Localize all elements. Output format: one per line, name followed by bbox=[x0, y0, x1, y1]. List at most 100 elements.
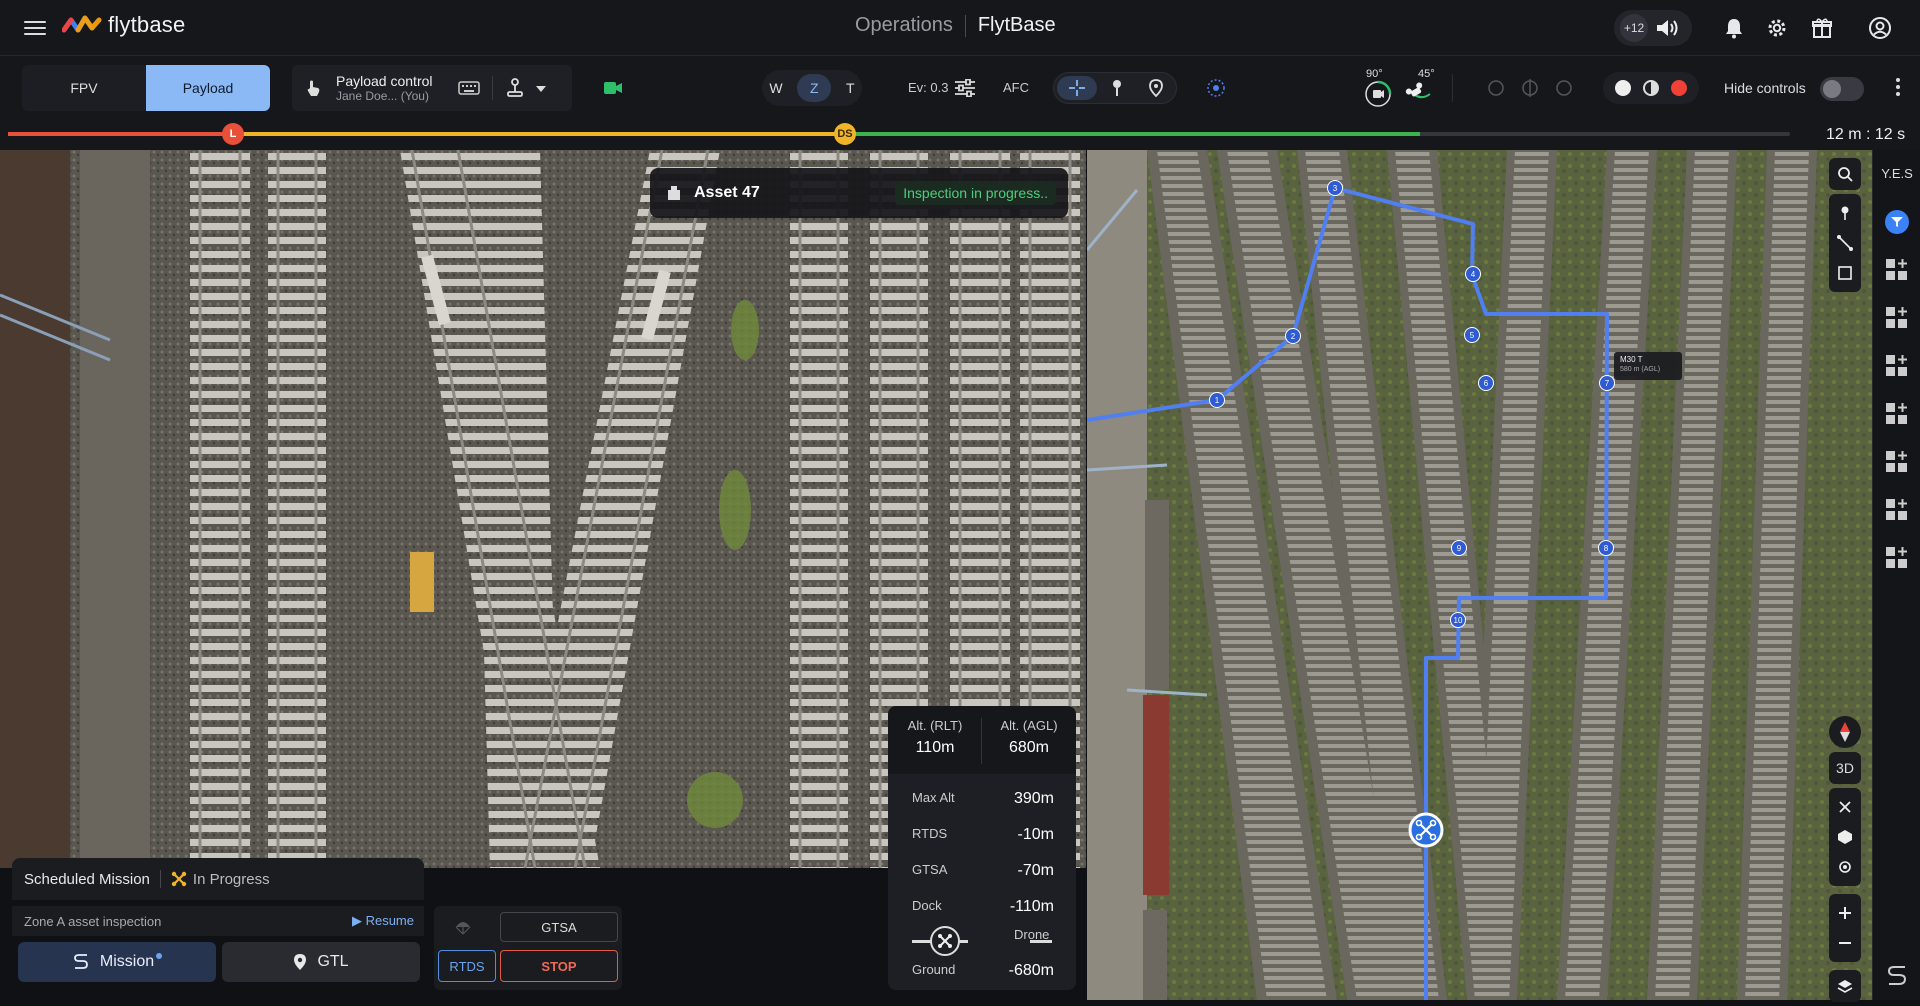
gtl-button[interactable]: GTL bbox=[222, 942, 420, 982]
payload-control-title: Payload control bbox=[336, 73, 433, 89]
widget-add-icon[interactable] bbox=[1885, 402, 1909, 426]
altitude-ground-value: -680m bbox=[1008, 962, 1054, 979]
widget-add-icon[interactable] bbox=[1885, 498, 1909, 522]
timeline-segment-yellow bbox=[233, 132, 845, 136]
locate-tool[interactable] bbox=[1829, 852, 1861, 882]
zoom-mode-z[interactable]: Z bbox=[797, 74, 832, 102]
speaker-icon[interactable] bbox=[1654, 16, 1680, 40]
top-bar: flytbase Operations FlytBase +12 bbox=[0, 0, 1920, 56]
tab-fpv[interactable]: FPV bbox=[22, 65, 146, 111]
map-pin-tool[interactable] bbox=[1829, 198, 1861, 228]
waypoint-2[interactable]: 2 bbox=[1285, 328, 1301, 344]
waypoint-7[interactable]: 7 bbox=[1599, 375, 1615, 391]
zoom-mode-selector: W Z T bbox=[762, 70, 862, 106]
view-3d-button[interactable]: 3D bbox=[1829, 752, 1861, 784]
sidebar-label[interactable]: Y.E.S bbox=[1873, 166, 1920, 181]
widget-add-icon[interactable] bbox=[1885, 354, 1909, 378]
user-avatar-icon[interactable] bbox=[1868, 16, 1892, 40]
video-camera-icon[interactable] bbox=[604, 81, 622, 95]
chevron-down-icon[interactable] bbox=[536, 86, 546, 92]
route-icon[interactable] bbox=[1885, 964, 1909, 988]
timeline-marker-ds[interactable]: DS bbox=[834, 123, 856, 145]
waypoint-10[interactable]: 10 bbox=[1450, 612, 1466, 628]
pin-icon[interactable] bbox=[1111, 79, 1123, 97]
waypoint-5[interactable]: 5 bbox=[1464, 327, 1480, 343]
mission-name: Zone A asset inspection bbox=[24, 913, 162, 929]
altitude-rlt: Alt. (RLT) 110m bbox=[888, 718, 982, 757]
menu-icon[interactable] bbox=[24, 17, 46, 37]
filter-button[interactable] bbox=[1885, 210, 1909, 234]
altitude-scale: Max Alt 390m RTDS -10m GTSA -70m Dock -1… bbox=[888, 774, 1076, 990]
altitude-row-value: -110m bbox=[1009, 898, 1054, 915]
breadcrumb-org: FlytBase bbox=[977, 14, 1056, 36]
dock-focus-tool[interactable] bbox=[1829, 822, 1861, 852]
audio-pill[interactable]: +12 bbox=[1614, 10, 1692, 46]
record-button[interactable] bbox=[1671, 80, 1687, 96]
gift-icon[interactable] bbox=[1810, 16, 1834, 40]
mission-header-divider bbox=[159, 870, 161, 888]
more-options-icon[interactable] bbox=[1896, 78, 1900, 99]
drone-tag[interactable]: M30 T 580 m (AGL) bbox=[1614, 352, 1682, 380]
joystick-icon[interactable] bbox=[504, 77, 526, 99]
altitude-panel: Alt. (RLT) 110m Alt. (AGL) 680m Max Alt … bbox=[888, 706, 1076, 990]
app-logo[interactable]: flytbase bbox=[62, 12, 185, 38]
compass-icon bbox=[1840, 722, 1850, 742]
map-search-button[interactable] bbox=[1829, 158, 1861, 190]
keyboard-icon[interactable] bbox=[458, 80, 480, 96]
bell-icon[interactable] bbox=[1722, 16, 1746, 40]
timer-icon[interactable] bbox=[1642, 79, 1660, 97]
widget-add-icon[interactable] bbox=[1885, 258, 1909, 282]
altitude-row-max: Max Alt 390m bbox=[912, 790, 1054, 808]
sliders-icon[interactable] bbox=[955, 79, 975, 97]
ai-detect-icon[interactable] bbox=[1206, 78, 1226, 98]
hide-controls-toggle[interactable] bbox=[1820, 77, 1864, 101]
map-layers-button[interactable] bbox=[1829, 970, 1861, 1002]
altitude-rlt-label: Alt. (RLT) bbox=[907, 718, 963, 733]
tab-payload[interactable]: Payload bbox=[146, 65, 270, 111]
waypoint-6[interactable]: 6 bbox=[1478, 375, 1494, 391]
mission-time: 12 m : 12 s bbox=[1826, 126, 1906, 143]
toolbar-divider bbox=[1452, 74, 1453, 102]
zoom-mode-t[interactable]: T bbox=[846, 80, 855, 96]
waypoint-1[interactable]: 1 bbox=[1209, 392, 1225, 408]
asset-chip[interactable]: Asset 47 Inspection in progress.. bbox=[650, 168, 1068, 218]
snapshot-button[interactable] bbox=[1615, 80, 1631, 96]
mission-status: In Progress bbox=[192, 870, 270, 888]
location-marker-icon[interactable] bbox=[1149, 79, 1163, 97]
map-area-tool[interactable] bbox=[1829, 258, 1861, 288]
timeline-marker-l[interactable]: L bbox=[222, 123, 244, 145]
zoom-in-button[interactable] bbox=[1829, 898, 1861, 928]
gtsa-button[interactable]: GTSA bbox=[500, 912, 618, 942]
altitude-rlt-value: 110m bbox=[915, 739, 955, 756]
zoom-out-button[interactable] bbox=[1829, 928, 1861, 958]
map-line-tool[interactable] bbox=[1829, 228, 1861, 258]
payload-control-panel[interactable]: Payload control Jane Doe... (You) bbox=[292, 65, 572, 111]
widget-add-icon[interactable] bbox=[1885, 546, 1909, 570]
rtds-button[interactable]: RTDS bbox=[438, 950, 496, 982]
waypoint-3[interactable]: 3 bbox=[1327, 180, 1343, 196]
crosshair-icon[interactable] bbox=[1068, 79, 1086, 97]
compass-button[interactable] bbox=[1829, 716, 1861, 748]
afc-button[interactable]: AFC bbox=[1003, 80, 1029, 95]
breadcrumb-section[interactable]: Operations bbox=[855, 14, 953, 37]
gtl-button-label: GTL bbox=[317, 953, 349, 970]
parachute-icon[interactable] bbox=[454, 918, 472, 936]
filter-icon bbox=[1891, 217, 1903, 227]
plus-icon bbox=[1839, 907, 1851, 919]
altitude-row-label: RTDS bbox=[912, 826, 948, 841]
mission-button[interactable]: Mission bbox=[18, 942, 216, 982]
gimbal-yaw-value: 45° bbox=[1418, 68, 1435, 80]
waypoint-4[interactable]: 4 bbox=[1465, 266, 1481, 282]
waypoint-9[interactable]: 9 bbox=[1451, 540, 1467, 556]
resume-button[interactable]: ▶ Resume bbox=[352, 913, 414, 929]
drone-focus-tool[interactable] bbox=[1829, 792, 1861, 822]
gear-icon[interactable] bbox=[1765, 16, 1789, 40]
waypoint-8[interactable]: 8 bbox=[1598, 540, 1614, 556]
widget-add-icon[interactable] bbox=[1885, 450, 1909, 474]
zoom-mode-w[interactable]: W bbox=[769, 80, 782, 96]
altitude-agl: Alt. (AGL) 680m bbox=[982, 718, 1076, 757]
widget-add-icon[interactable] bbox=[1885, 306, 1909, 330]
app-logo-text: flytbase bbox=[108, 12, 186, 37]
exposure-value[interactable]: Ev: 0.3 bbox=[908, 80, 948, 95]
stop-button[interactable]: STOP bbox=[500, 950, 618, 982]
